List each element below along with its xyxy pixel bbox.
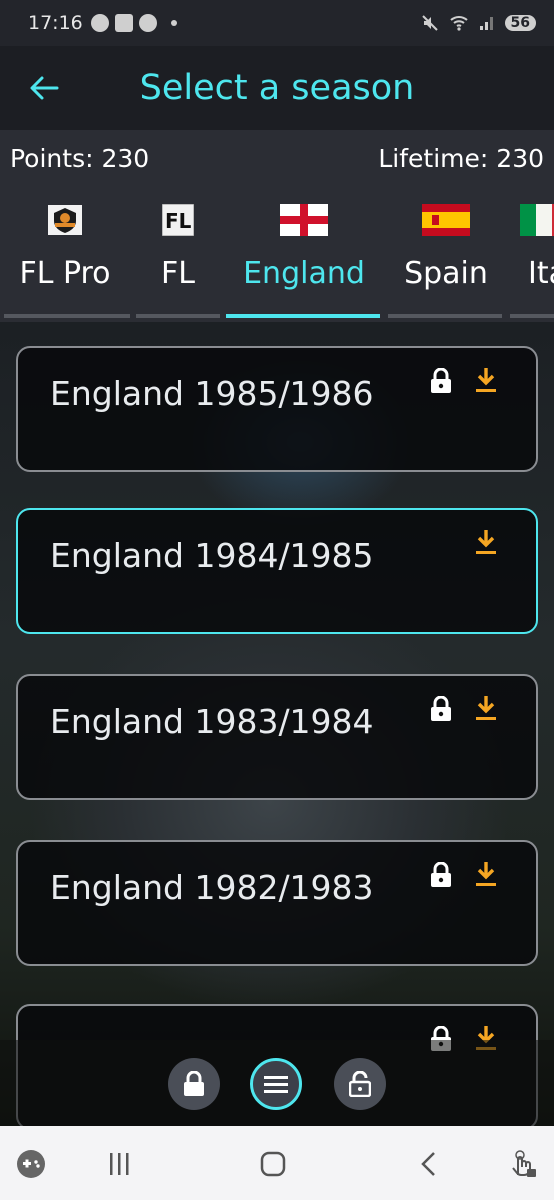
lock-icon	[431, 696, 451, 721]
status-time: 17:16	[28, 12, 83, 34]
season-name: England 1983/1984	[50, 702, 374, 741]
mute-icon	[421, 15, 438, 31]
status-right: 56	[421, 14, 536, 32]
download-icon[interactable]	[474, 528, 498, 556]
fl-logo-icon: FL	[153, 204, 203, 236]
season-name: England 1984/1985	[50, 536, 374, 575]
recent-apps-icon	[110, 1153, 129, 1175]
app-bar: Select a season	[0, 46, 554, 130]
unlock-icon	[349, 1071, 371, 1097]
signal-icon	[479, 17, 493, 30]
game-controller-icon	[17, 1150, 45, 1178]
recent-apps-button[interactable]	[104, 1144, 134, 1184]
tab-indicator	[4, 314, 130, 318]
tab-england[interactable]: England	[226, 202, 382, 322]
page-title: Select a season	[139, 68, 415, 108]
unlocked-filter-button[interactable]	[334, 1058, 386, 1110]
locked-filter-button[interactable]	[168, 1058, 220, 1110]
tab-fl-pro[interactable]: FL Pro	[0, 202, 130, 322]
tab-indicator	[388, 314, 502, 318]
lock-icon	[431, 368, 451, 393]
season-card[interactable]: England 1982/1983	[16, 840, 538, 966]
home-icon	[260, 1151, 286, 1177]
season-list: England 1985/1986 England 1984/1985 Engl…	[0, 322, 554, 1126]
arrow-left-icon	[30, 76, 59, 100]
wifi-icon	[449, 16, 468, 31]
season-card-selected[interactable]: England 1984/1985	[16, 508, 538, 634]
tab-indicator	[136, 314, 220, 318]
touch-gesture-button[interactable]	[506, 1144, 540, 1184]
lock-icon	[184, 1071, 204, 1096]
game-controller-button[interactable]	[16, 1144, 46, 1184]
download-icon[interactable]	[474, 366, 498, 394]
more-notifications-icon	[170, 20, 177, 26]
season-card[interactable]: England 1985/1986	[16, 346, 538, 472]
battery-indicator: 56	[504, 15, 536, 31]
download-icon[interactable]	[474, 694, 498, 722]
back-icon	[421, 1152, 435, 1176]
home-button[interactable]	[258, 1144, 288, 1184]
season-name: England 1985/1986	[50, 374, 374, 413]
bottom-toolbar	[0, 1040, 554, 1126]
tab-label: FL	[161, 256, 195, 291]
lifetime-label: Lifetime: 230	[378, 144, 544, 173]
notification-icons	[90, 14, 177, 32]
fl-pro-badge-icon	[40, 204, 90, 236]
menu-icon	[264, 1076, 288, 1093]
tab-spain[interactable]: Spain	[388, 202, 504, 322]
league-tabs: FL Pro FL FL England Spain It	[0, 202, 554, 322]
tab-label: FL Pro	[19, 256, 111, 291]
points-strip: Points: 230 Lifetime: 230 FL Pro FL FL E…	[0, 130, 554, 322]
tab-indicator	[510, 314, 554, 318]
season-card[interactable]: England 1983/1984	[16, 674, 538, 800]
points-label: Points: 230	[10, 144, 150, 173]
england-flag-icon	[279, 204, 329, 236]
spain-flag-icon	[421, 204, 471, 236]
linkedin-icon	[114, 14, 133, 32]
back-nav-button[interactable]	[414, 1144, 444, 1184]
back-button[interactable]	[14, 58, 74, 118]
tab-indicator-active	[226, 314, 380, 318]
football-icon	[138, 14, 157, 32]
svg-text:FL: FL	[165, 209, 192, 233]
tab-label: Ita	[528, 256, 554, 291]
tab-label: Spain	[404, 256, 488, 291]
italy-flag-icon	[510, 204, 554, 236]
club-badge-icon	[90, 14, 109, 32]
lock-icon	[431, 862, 451, 887]
all-filter-button[interactable]	[250, 1058, 302, 1110]
season-name: England 1982/1983	[50, 868, 374, 907]
download-icon[interactable]	[474, 860, 498, 888]
tab-fl[interactable]: FL FL	[136, 202, 220, 322]
status-bar: 17:16 56	[0, 0, 554, 46]
tab-italy[interactable]: Ita	[510, 202, 554, 322]
touch-gesture-icon	[512, 1150, 536, 1177]
system-nav-bar	[0, 1126, 554, 1200]
tab-label: England	[243, 256, 365, 291]
